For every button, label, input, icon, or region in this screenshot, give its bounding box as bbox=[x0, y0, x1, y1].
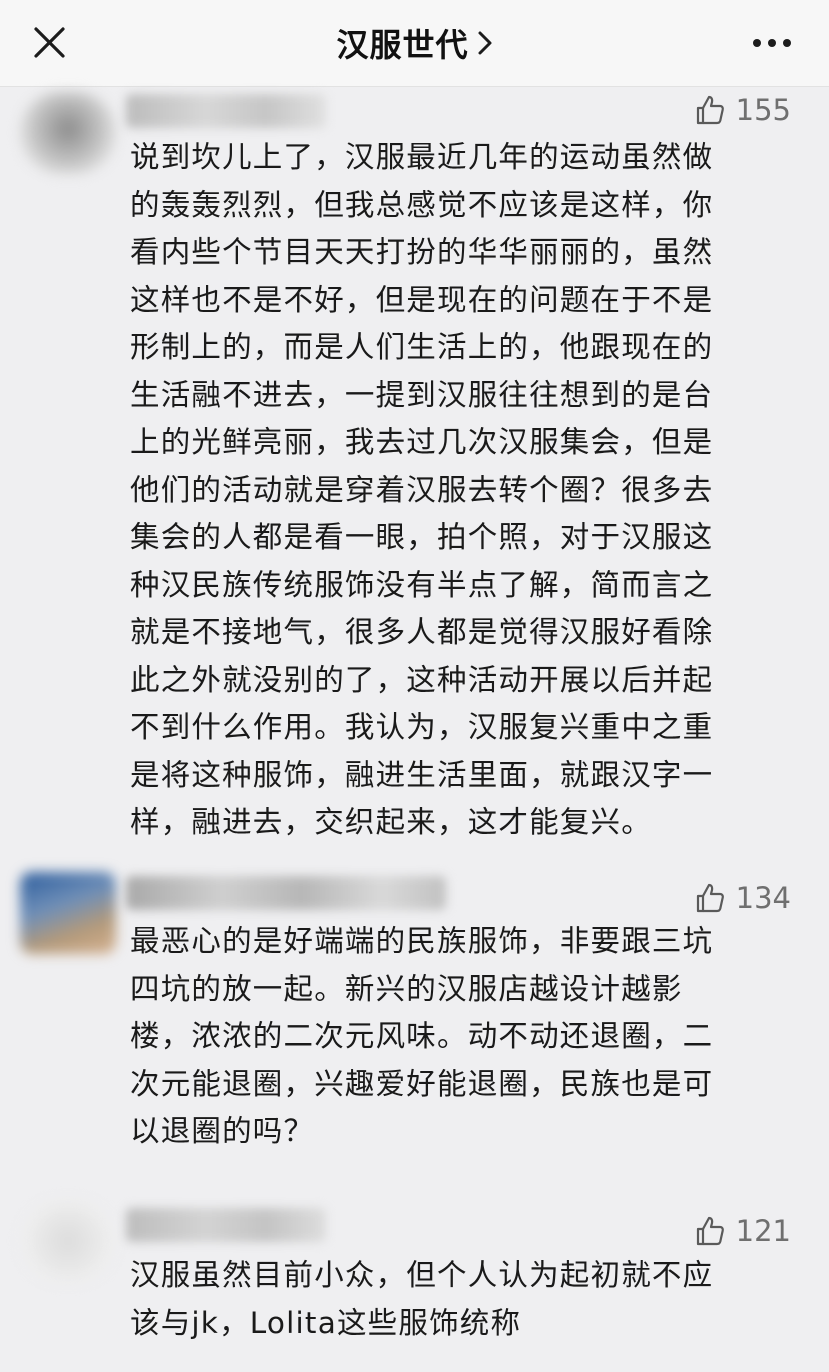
article-comments-screen: 汉服世代 155 说到坎儿上了，汉服最近几年的运动虽然做 的轰轰烈烈，但我总感觉… bbox=[0, 0, 829, 1372]
comment-item: 121 汉服虽然目前小众，但个人认为起初就不应 该与jk，Lolita这些服饰统… bbox=[0, 0, 829, 1372]
comment-text: 汉服虽然目前小众，但个人认为起初就不应 该与jk，Lolita这些服饰统称 bbox=[130, 1258, 714, 1340]
thumbs-up-icon bbox=[696, 1216, 724, 1246]
like-button[interactable]: 121 bbox=[694, 1211, 791, 1251]
username-blurred[interactable] bbox=[126, 1208, 326, 1242]
avatar[interactable] bbox=[20, 1200, 116, 1282]
like-count: 121 bbox=[735, 1214, 791, 1248]
